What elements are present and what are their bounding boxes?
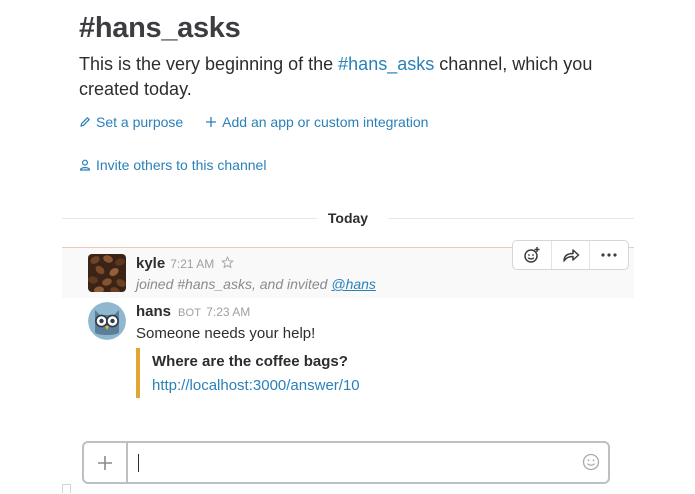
channel-title: #hans_asks bbox=[79, 12, 241, 44]
attachment-title: Where are the coffee bags? bbox=[152, 353, 348, 370]
invite-label: Invite others to this channel bbox=[96, 157, 267, 173]
person-icon bbox=[79, 159, 91, 171]
owl-avatar bbox=[88, 302, 126, 340]
more-actions-button[interactable] bbox=[590, 241, 628, 269]
message-actions bbox=[512, 240, 629, 270]
emoji-icon[interactable] bbox=[582, 453, 600, 471]
add-reaction-icon bbox=[524, 247, 540, 263]
resize-handle bbox=[62, 484, 71, 493]
intro-actions: Set a purpose Add an app or custom integ… bbox=[79, 114, 428, 130]
plus-icon bbox=[98, 455, 112, 470]
text-caret bbox=[138, 454, 139, 472]
invite-button[interactable]: Invite others to this channel bbox=[79, 157, 266, 173]
timestamp[interactable]: 7:23 AM bbox=[206, 305, 250, 319]
message-attachment: Where are the coffee bags? http://localh… bbox=[136, 348, 360, 398]
channel-link[interactable]: #hans_asks bbox=[338, 54, 434, 74]
timestamp[interactable]: 7:21 AM bbox=[170, 257, 214, 271]
set-purpose-button[interactable]: Set a purpose bbox=[79, 114, 183, 130]
message-text: Someone needs your help! bbox=[136, 325, 316, 342]
day-divider-label: Today bbox=[317, 210, 379, 226]
intro-prefix: This is the very beginning of the bbox=[79, 54, 339, 74]
day-divider: Today bbox=[62, 210, 634, 228]
sender-name[interactable]: hans bbox=[136, 303, 171, 320]
attachment-link[interactable]: http://localhost:3000/answer/10 bbox=[152, 376, 360, 396]
message-meta: kyle 7:21 AM bbox=[136, 255, 234, 272]
message-composer bbox=[82, 441, 610, 484]
bot-avatar[interactable] bbox=[88, 302, 126, 340]
avatar[interactable] bbox=[88, 254, 126, 292]
more-icon bbox=[601, 253, 617, 257]
attach-file-button[interactable] bbox=[84, 443, 128, 482]
coffee-beans-avatar bbox=[88, 254, 126, 292]
join-message: joined #hans_asks, and invited @hans bbox=[136, 276, 376, 292]
invite-row: Invite others to this channel bbox=[79, 157, 266, 173]
set-purpose-label: Set a purpose bbox=[96, 114, 184, 130]
bot-badge: BOT bbox=[178, 307, 202, 319]
sender-name[interactable]: kyle bbox=[136, 255, 165, 272]
add-reaction-button[interactable] bbox=[513, 241, 552, 269]
channel-intro: #hans_asks This is the very beginning of… bbox=[79, 10, 639, 102]
pencil-icon bbox=[80, 117, 90, 127]
channel-view: #hans_asks This is the very beginning of… bbox=[0, 0, 695, 494]
user-mention[interactable]: @hans bbox=[331, 276, 376, 292]
share-button[interactable] bbox=[552, 241, 591, 269]
star-icon[interactable] bbox=[221, 256, 234, 269]
join-text: joined #hans_asks, and invited bbox=[136, 276, 332, 292]
add-integration-label: Add an app or custom integration bbox=[222, 114, 429, 130]
share-icon bbox=[562, 249, 579, 262]
message-field[interactable] bbox=[128, 443, 608, 482]
message-input[interactable] bbox=[128, 443, 608, 482]
plus-icon bbox=[206, 117, 217, 127]
add-integration-button[interactable]: Add an app or custom integration bbox=[205, 114, 428, 130]
bot-message-meta: hans BOT 7:23 AM bbox=[136, 303, 250, 320]
channel-intro-text: This is the very beginning of the #hans_… bbox=[79, 52, 639, 102]
